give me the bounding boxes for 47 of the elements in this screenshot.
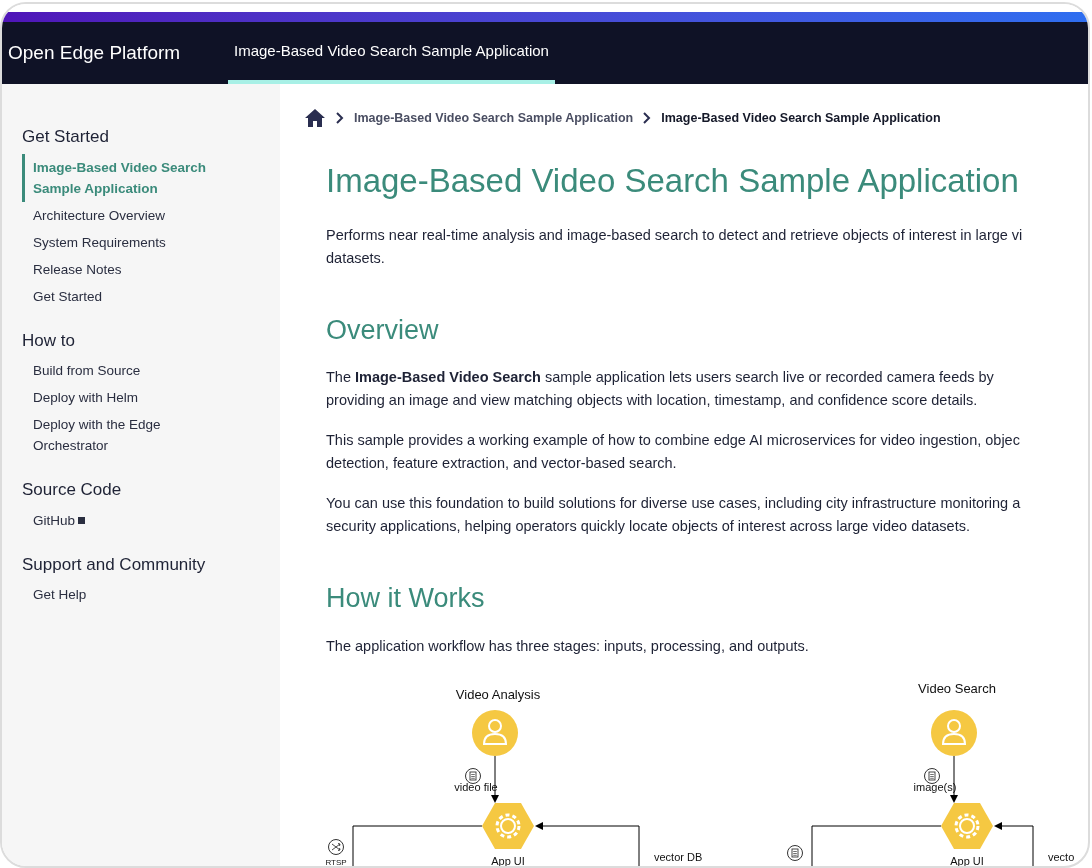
section-heading: How it Works xyxy=(326,582,486,615)
sidebar-link[interactable]: Get Help xyxy=(22,581,227,608)
arrow xyxy=(994,821,1034,866)
sidebar-link[interactable]: System Requirements xyxy=(22,228,227,256)
gear-icon xyxy=(941,802,993,849)
input-label: video file xyxy=(454,780,498,793)
paragraph: You can use this foundation to build solutions for diverse use cases, including city infrastructure monitoring a security applications, helping operators quickly locate objects of interest across large video datasets. xyxy=(326,494,1022,536)
breadcrumb-link[interactable]: Image-Based Video Search Sample Application xyxy=(354,108,634,128)
shuffle-icon xyxy=(328,838,344,855)
chevron-right-icon xyxy=(643,112,652,124)
sidebar-heading: Get Started xyxy=(22,126,110,148)
input-label: image(s) xyxy=(913,780,957,793)
paragraph: The application workflow has three stages: inputs, processing, and outputs. xyxy=(326,636,810,656)
external-link-icon xyxy=(78,517,86,525)
sidebar-heading: Support and Community xyxy=(22,553,207,576)
paragraph: This sample provides a working example of how to combine edge AI microservices for video ingestion, objec detection, feature extraction, and vector-based search. xyxy=(326,431,1021,473)
sidebar-heading: Source Code xyxy=(22,479,123,501)
link-label: RTSP xyxy=(325,857,347,866)
sidebar-link[interactable]: Architecture Overview xyxy=(22,201,227,229)
user-icon xyxy=(931,709,977,756)
diagram-title: Video Search xyxy=(918,680,996,696)
node-label: App UI xyxy=(491,854,525,866)
sidebar-link[interactable]: Build from Source xyxy=(22,357,227,384)
breadcrumb-link[interactable]: Image-Based Video Search Sample Application xyxy=(661,108,941,128)
sidebar-link[interactable]: GitHub xyxy=(22,506,227,534)
home-icon[interactable] xyxy=(304,108,326,128)
sidebar-link[interactable]: Image-Based Video Search Sample Application xyxy=(22,153,227,202)
gear-icon xyxy=(482,802,534,849)
paragraph: Performs near real-time analysis and image-based search to detect and retrieve objects of interest in large vi datasets. xyxy=(326,225,1024,268)
sidebar-link[interactable]: Release Notes xyxy=(22,255,227,283)
page-title: Image-Based Video Search Sample Application xyxy=(326,161,1020,201)
document-icon xyxy=(787,844,803,861)
sidebar-link[interactable]: Deploy with the Edge Orchestrator xyxy=(22,411,227,459)
paragraph: The Image-Based Video Search sample application lets users search live or recorded camera feeds by providing an image and view matching objects with location, timestamp, and confidence score details. xyxy=(326,368,995,410)
link-label: vecto xyxy=(1048,850,1075,863)
sidebar-link[interactable]: Deploy with Helm xyxy=(22,384,227,411)
node-label: App UI xyxy=(950,854,984,866)
brand-name[interactable]: Open Edge Platform xyxy=(2,38,228,68)
diagram-title: Video Analysis xyxy=(455,686,541,702)
sidebar-link[interactable]: Get Started xyxy=(22,282,227,310)
document-icon xyxy=(924,767,940,784)
chevron-right-icon xyxy=(336,112,344,124)
user-icon xyxy=(472,709,518,756)
document-icon xyxy=(465,767,481,784)
sidebar-heading: How to xyxy=(22,329,76,352)
section-heading: Overview xyxy=(326,313,440,347)
link-label: vector DB xyxy=(654,850,703,863)
